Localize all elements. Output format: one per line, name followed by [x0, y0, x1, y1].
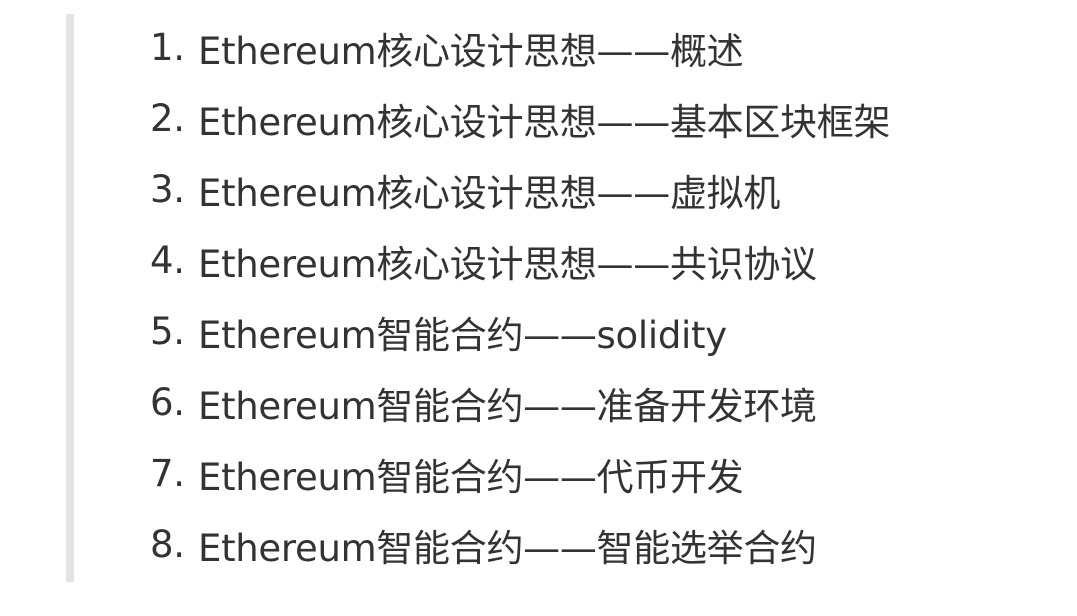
list-item-number: 6. [150, 381, 185, 424]
list-item-link[interactable]: Ethereum核心设计思想——概述 [198, 21, 744, 75]
list-item-number: 7. [150, 452, 185, 495]
list-item-link[interactable]: Ethereum智能合约——solidity [198, 305, 727, 359]
list-item[interactable]: 8. Ethereum智能合约——智能选举合约 [150, 509, 890, 580]
list-item-number: 4. [150, 239, 185, 282]
list-item-number: 1. [150, 26, 185, 69]
list-item-link[interactable]: Ethereum核心设计思想——共识协议 [198, 234, 817, 288]
list-item-link[interactable]: Ethereum智能合约——代币开发 [198, 447, 744, 501]
list-item[interactable]: 6. Ethereum智能合约——准备开发环境 [150, 367, 890, 438]
list-item-link[interactable]: Ethereum核心设计思想——基本区块框架 [198, 92, 890, 146]
article-list: 1. Ethereum核心设计思想——概述 2. Ethereum核心设计思想—… [150, 12, 890, 580]
list-item-link[interactable]: Ethereum智能合约——智能选举合约 [198, 518, 817, 572]
list-item[interactable]: 2. Ethereum核心设计思想——基本区块框架 [150, 83, 890, 154]
list-item[interactable]: 3. Ethereum核心设计思想——虚拟机 [150, 154, 890, 225]
list-item-link[interactable]: Ethereum智能合约——准备开发环境 [198, 376, 817, 430]
list-item-link[interactable]: Ethereum核心设计思想——虚拟机 [198, 163, 780, 217]
list-item[interactable]: 5. Ethereum智能合约——solidity [150, 296, 890, 367]
blockquote-bar [66, 14, 74, 582]
list-item-number: 8. [150, 523, 185, 566]
list-item-number: 3. [150, 168, 185, 211]
list-item-number: 2. [150, 97, 185, 140]
list-item[interactable]: 7. Ethereum智能合约——代币开发 [150, 438, 890, 509]
list-item[interactable]: 4. Ethereum核心设计思想——共识协议 [150, 225, 890, 296]
list-item[interactable]: 1. Ethereum核心设计思想——概述 [150, 12, 890, 83]
list-item-number: 5. [150, 310, 185, 353]
